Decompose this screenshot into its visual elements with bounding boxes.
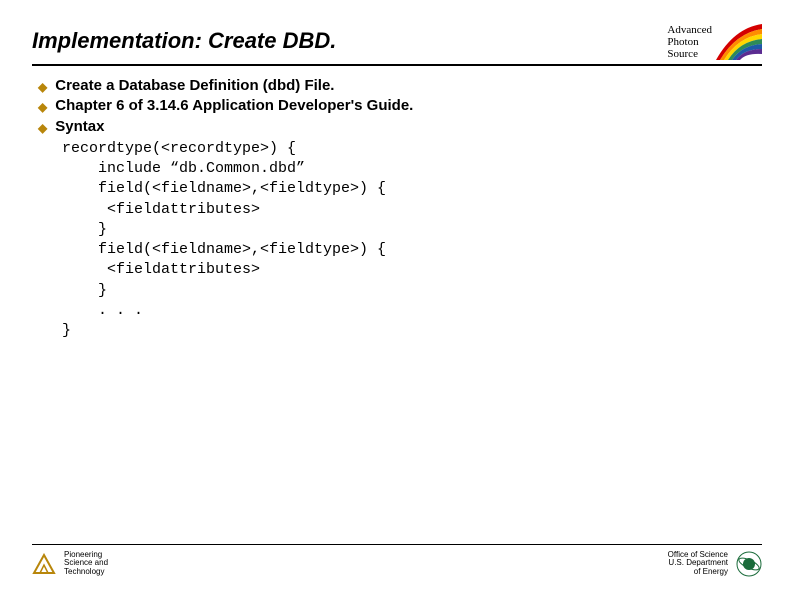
- footer-divider: [32, 544, 762, 545]
- footer: Pioneering Science and Technology Office…: [32, 544, 762, 577]
- bullet-item: ◆ Syntax: [38, 117, 762, 137]
- bullet-item: ◆ Chapter 6 of 3.14.6 Application Develo…: [38, 96, 762, 116]
- bullet-item: ◆ Create a Database Definition (dbd) Fil…: [38, 76, 762, 96]
- diamond-bullet-icon: ◆: [38, 120, 47, 136]
- header-row: Implementation: Create DBD. Advanced Pho…: [32, 28, 762, 62]
- footer-row: Pioneering Science and Technology Office…: [32, 551, 762, 577]
- bullet-text: Chapter 6 of 3.14.6 Application Develope…: [55, 96, 413, 116]
- diamond-bullet-icon: ◆: [38, 79, 47, 95]
- footer-left-text: Pioneering Science and Technology: [64, 551, 108, 577]
- aps-line: Source: [667, 48, 712, 60]
- bullet-text: Syntax: [55, 117, 104, 137]
- footer-text-line: Technology: [64, 568, 108, 577]
- diamond-bullet-icon: ◆: [38, 99, 47, 115]
- footer-right: Office of Science U.S. Department of Ene…: [668, 551, 762, 577]
- slide: Implementation: Create DBD. Advanced Pho…: [0, 0, 794, 595]
- argonne-logo-icon: [32, 553, 56, 575]
- rainbow-icon: [716, 24, 762, 60]
- aps-line: Advanced: [667, 24, 712, 36]
- footer-right-text: Office of Science U.S. Department of Ene…: [668, 551, 728, 577]
- page-title: Implementation: Create DBD.: [32, 28, 336, 62]
- aps-logo-text: Advanced Photon Source: [667, 24, 712, 60]
- bullet-list: ◆ Create a Database Definition (dbd) Fil…: [32, 76, 762, 137]
- doe-logo-icon: [736, 551, 762, 577]
- code-block: recordtype(<recordtype>) { include “db.C…: [32, 139, 762, 342]
- aps-logo: Advanced Photon Source: [667, 24, 762, 60]
- title-divider: [32, 64, 762, 66]
- footer-left: Pioneering Science and Technology: [32, 551, 108, 577]
- footer-text-line: of Energy: [668, 568, 728, 577]
- aps-line: Photon: [667, 36, 712, 48]
- bullet-text: Create a Database Definition (dbd) File.: [55, 76, 334, 96]
